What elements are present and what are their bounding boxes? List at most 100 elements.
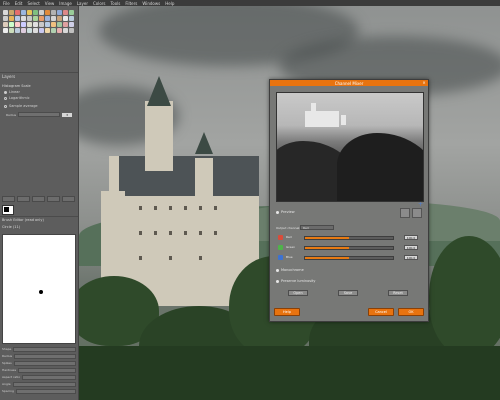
tool-icon[interactable] [44, 27, 50, 33]
reset-button[interactable]: Reset [388, 290, 408, 296]
menu-tools[interactable]: Tools [111, 1, 121, 6]
tool-icon[interactable] [20, 27, 26, 33]
tool-icon[interactable] [14, 9, 20, 15]
tool-icon[interactable] [20, 15, 26, 21]
prop-slider[interactable] [22, 374, 76, 380]
tool-icon[interactable] [38, 27, 44, 33]
preview-toggle[interactable]: Preview [276, 210, 295, 214]
radius-slider[interactable] [18, 112, 61, 117]
tool-icon[interactable] [38, 9, 44, 15]
menu-filters[interactable]: Filters [125, 1, 137, 6]
tool-icon[interactable] [50, 9, 56, 15]
tool-icon[interactable] [44, 15, 50, 21]
red-value[interactable]: 100.0 [404, 235, 418, 240]
ok-button[interactable]: OK [398, 308, 424, 316]
brush-prop-radius[interactable]: Radius [2, 353, 76, 359]
blue-value[interactable]: 100.0 [404, 255, 418, 260]
prop-slider[interactable] [13, 360, 76, 366]
menu-colors[interactable]: Colors [93, 1, 106, 6]
tool-icon[interactable] [20, 9, 26, 15]
brush-prop-hardness[interactable]: Hardness [2, 367, 76, 373]
red-slider[interactable] [304, 236, 394, 240]
tool-icon[interactable] [2, 21, 8, 27]
menu-file[interactable]: File [3, 1, 10, 6]
tool-icon[interactable] [62, 15, 68, 21]
tool-icon[interactable] [8, 27, 14, 33]
tool-icon[interactable] [14, 15, 20, 21]
tool-icon[interactable] [50, 21, 56, 27]
navigate-icon[interactable]: + [418, 202, 423, 208]
tool-icon[interactable] [32, 15, 38, 21]
brush-prop-angle[interactable]: Angle [2, 381, 76, 387]
duplicate-layer-button[interactable] [47, 196, 60, 202]
tool-icon[interactable] [50, 27, 56, 33]
save-button[interactable]: Save [338, 290, 358, 296]
tool-icon[interactable] [68, 15, 74, 21]
tool-icon[interactable] [56, 15, 62, 21]
close-icon[interactable]: × [422, 81, 426, 85]
lower-layer-button[interactable] [32, 196, 45, 202]
brush-prop-aspect[interactable]: Aspect ratio [2, 374, 76, 380]
dialog-titlebar[interactable]: Channel Mixer × [270, 80, 428, 86]
tool-icon[interactable] [62, 27, 68, 33]
menu-windows[interactable]: Windows [142, 1, 160, 6]
tool-icon[interactable] [56, 9, 62, 15]
cancel-button[interactable]: Cancel [368, 308, 394, 316]
prop-slider[interactable] [18, 367, 76, 373]
tool-icon[interactable] [62, 9, 68, 15]
tool-icon[interactable] [8, 15, 14, 21]
preview-zoom-button[interactable] [412, 208, 422, 218]
tool-icon[interactable] [26, 15, 32, 21]
output-channel-select[interactable]: Red [300, 225, 334, 230]
preserve-luminosity-toggle[interactable]: Preserve luminosity [276, 279, 316, 283]
sample-average-toggle[interactable]: Sample average [4, 104, 38, 108]
tool-icon[interactable] [8, 9, 14, 15]
preview-split-button[interactable] [400, 208, 410, 218]
help-button[interactable]: Help [274, 308, 300, 316]
radius-value[interactable]: 3 [62, 112, 73, 117]
tool-icon[interactable] [32, 9, 38, 15]
menu-select[interactable]: Select [27, 1, 39, 6]
prop-slider[interactable] [13, 346, 76, 352]
tool-icon[interactable] [14, 21, 20, 27]
tool-icon[interactable] [62, 21, 68, 27]
brush-prop-shape[interactable]: Shape [2, 346, 76, 352]
tool-icon[interactable] [44, 9, 50, 15]
menu-view[interactable]: View [45, 1, 55, 6]
brush-prop-spacing[interactable]: Spacing [2, 388, 76, 394]
tool-icon[interactable] [20, 21, 26, 27]
open-button[interactable]: Open [288, 290, 308, 296]
prop-slider[interactable] [14, 353, 76, 359]
tool-icon[interactable] [26, 9, 32, 15]
option-linear[interactable]: Linear [4, 90, 20, 94]
monochrome-toggle[interactable]: Monochrome [276, 268, 304, 272]
blue-slider[interactable] [304, 256, 394, 260]
menu-edit[interactable]: Edit [15, 1, 23, 6]
new-layer-button[interactable] [2, 196, 15, 202]
tool-icon[interactable] [32, 21, 38, 27]
brush-prop-spikes[interactable]: Spikes [2, 360, 76, 366]
prop-slider[interactable] [12, 381, 76, 387]
menu-image[interactable]: Image [59, 1, 72, 6]
raise-layer-button[interactable] [17, 196, 30, 202]
tool-icon[interactable] [38, 15, 44, 21]
tool-icon[interactable] [2, 27, 8, 33]
foreground-color-icon[interactable] [4, 207, 9, 212]
tool-icon[interactable] [26, 21, 32, 27]
tool-icon[interactable] [44, 21, 50, 27]
tool-icon[interactable] [14, 27, 20, 33]
tool-icon[interactable] [32, 27, 38, 33]
green-slider[interactable] [304, 246, 394, 250]
option-logarithmic[interactable]: Logarithmic [4, 96, 30, 100]
tool-icon[interactable] [56, 27, 62, 33]
tool-icon[interactable] [2, 9, 8, 15]
tool-icon[interactable] [68, 21, 74, 27]
tool-icon[interactable] [8, 21, 14, 27]
tool-icon[interactable] [68, 27, 74, 33]
tool-icon[interactable] [56, 21, 62, 27]
tool-icon[interactable] [26, 27, 32, 33]
tool-icon[interactable] [38, 21, 44, 27]
delete-layer-button[interactable] [62, 196, 75, 202]
menu-help[interactable]: Help [165, 1, 174, 6]
green-value[interactable]: 100.0 [404, 245, 418, 250]
